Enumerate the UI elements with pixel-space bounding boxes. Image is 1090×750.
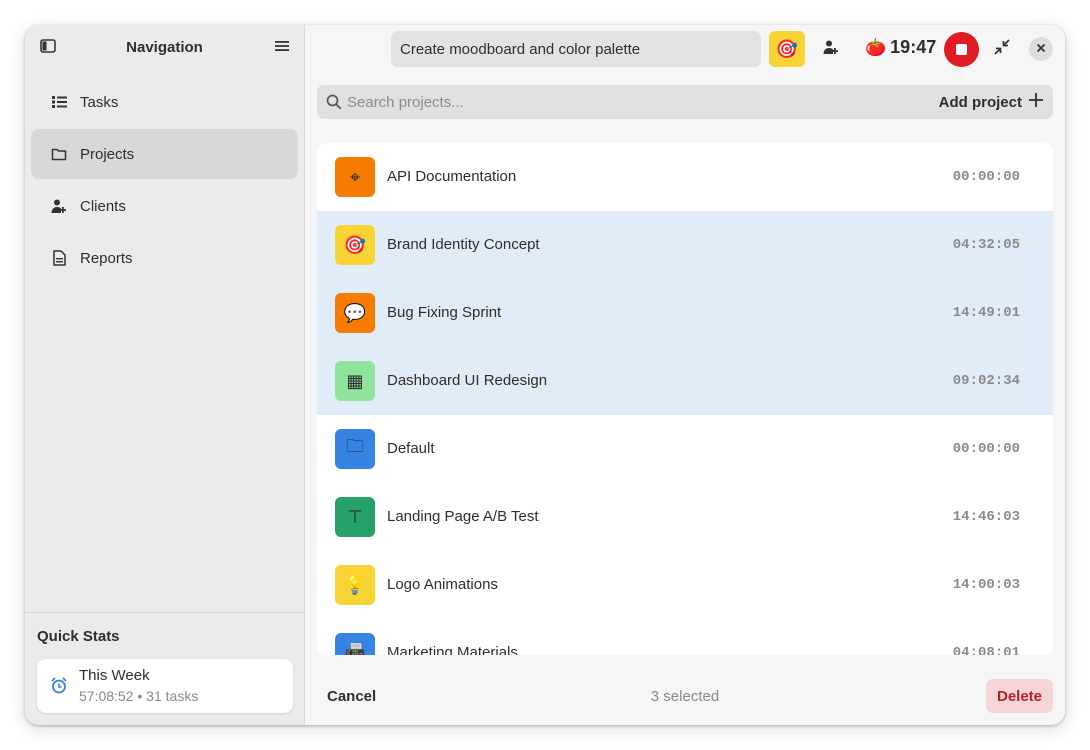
current-task-input[interactable] [391,31,761,67]
sidebar-title: Navigation [126,39,203,56]
target-icon: 🎯 [775,38,799,59]
project-icon: 📠 [335,633,375,655]
assign-client-button[interactable] [815,33,847,65]
sidebar-nav: Tasks Projects Clients Reports [31,77,298,285]
sidebar-item-reports[interactable]: Reports [31,233,298,283]
project-icon: ▦ [335,361,375,401]
collapse-arrows-icon [994,38,1010,60]
stat-label: This Week [79,667,150,684]
project-row[interactable]: ⌖ API Documentation 00:00:00 [317,143,1053,211]
search-input[interactable] [347,85,907,119]
sidebar-item-clients[interactable]: Clients [31,181,298,231]
tasks-list-icon [51,94,67,110]
compact-mode-button[interactable] [986,33,1018,65]
add-project-button[interactable]: Add project [939,93,1043,111]
project-name: Marketing Materials [387,644,518,655]
project-name: Default [387,440,435,457]
folder-icon [51,146,67,162]
close-button[interactable] [1029,37,1053,61]
sidebar-item-label: Tasks [80,93,119,111]
stat-summary: 57:08:52 • 31 tasks [79,688,199,704]
sidebar-item-label: Clients [80,197,126,215]
project-name: Landing Page A/B Test [387,508,539,525]
project-row[interactable]: 💡 Logo Animations 14:00:03 [317,551,1053,619]
project-time: 04:08:01 [952,645,1020,655]
quick-stats: Quick Stats This Week 57:08:52 • 31 task… [25,612,304,725]
project-time: 14:46:03 [952,509,1020,525]
app-window: Navigation Tasks Projects Clients Report… [25,25,1065,725]
quick-stats-title: Quick Stats [37,628,120,645]
project-selector-button[interactable]: 🎯 [769,31,805,67]
project-list: ⌖ API Documentation 00:00:00 🎯 Brand Identit… [317,143,1053,655]
main-panel: 🎯 🍅 19:47 [305,25,1065,725]
header-bar: 🎯 🍅 19:47 [305,25,1065,75]
selection-count: 3 selected [650,688,720,705]
stop-timer-button[interactable] [944,32,979,67]
alarm-clock-icon [51,677,67,699]
project-time: 00:00:00 [952,169,1020,185]
sidebar-item-label: Reports [80,249,133,267]
project-icon: 🎯 [335,225,375,265]
project-icon: 💬 [335,293,375,333]
project-time: 14:49:01 [952,305,1020,321]
sidebar: Navigation Tasks Projects Clients Report… [25,25,305,725]
project-search-bar: Add project [317,85,1053,119]
hamburger-icon [274,39,290,58]
timer-text: 19:47 [890,37,937,57]
person-add-icon [51,198,67,214]
add-project-label: Add project [938,93,1022,111]
project-icon: ⊤ [335,497,375,537]
project-icon: 🗀 [335,429,375,469]
document-icon [51,250,67,266]
stop-icon [956,44,967,55]
person-add-icon [823,39,839,60]
delete-button[interactable]: Delete [986,679,1053,713]
project-row[interactable]: 🎯 Brand Identity Concept 04:32:05 [317,211,1053,279]
search-icon [326,94,342,115]
selection-footer: Cancel 3 selected Delete [305,675,1065,717]
project-name: Dashboard UI Redesign [387,372,548,389]
project-name: API Documentation [387,168,517,185]
sidebar-item-tasks[interactable]: Tasks [31,77,298,127]
project-row[interactable]: ⊤ Landing Page A/B Test 14:46:03 [317,483,1053,551]
pomodoro-timer: 🍅 19:47 [865,37,936,58]
project-name: Brand Identity Concept [387,236,540,253]
project-name: Bug Fixing Sprint [387,304,502,321]
project-row[interactable]: ▦ Dashboard UI Redesign 09:02:34 [317,347,1053,415]
menu-button[interactable] [270,36,294,60]
project-time: 04:32:05 [952,237,1020,253]
close-icon [1036,40,1046,58]
project-icon: 💡 [335,565,375,605]
project-time: 14:00:03 [952,577,1020,593]
project-icon: ⌖ [335,157,375,197]
tomato-icon: 🍅 [865,37,887,57]
sidebar-item-projects[interactable]: Projects [31,129,298,179]
this-week-card: This Week 57:08:52 • 31 tasks [37,659,293,713]
project-name: Logo Animations [387,576,498,593]
project-row[interactable]: 📠 Marketing Materials 04:08:01 [317,619,1053,655]
project-row[interactable]: 🗀 Default 00:00:00 [317,415,1053,483]
project-time: 00:00:00 [952,441,1020,457]
project-time: 09:02:34 [952,373,1020,389]
sidebar-item-label: Projects [80,145,135,163]
project-row[interactable]: 💬 Bug Fixing Sprint 14:49:01 [317,279,1053,347]
plus-icon [1029,93,1043,111]
sidebar-header: Navigation [25,25,304,71]
